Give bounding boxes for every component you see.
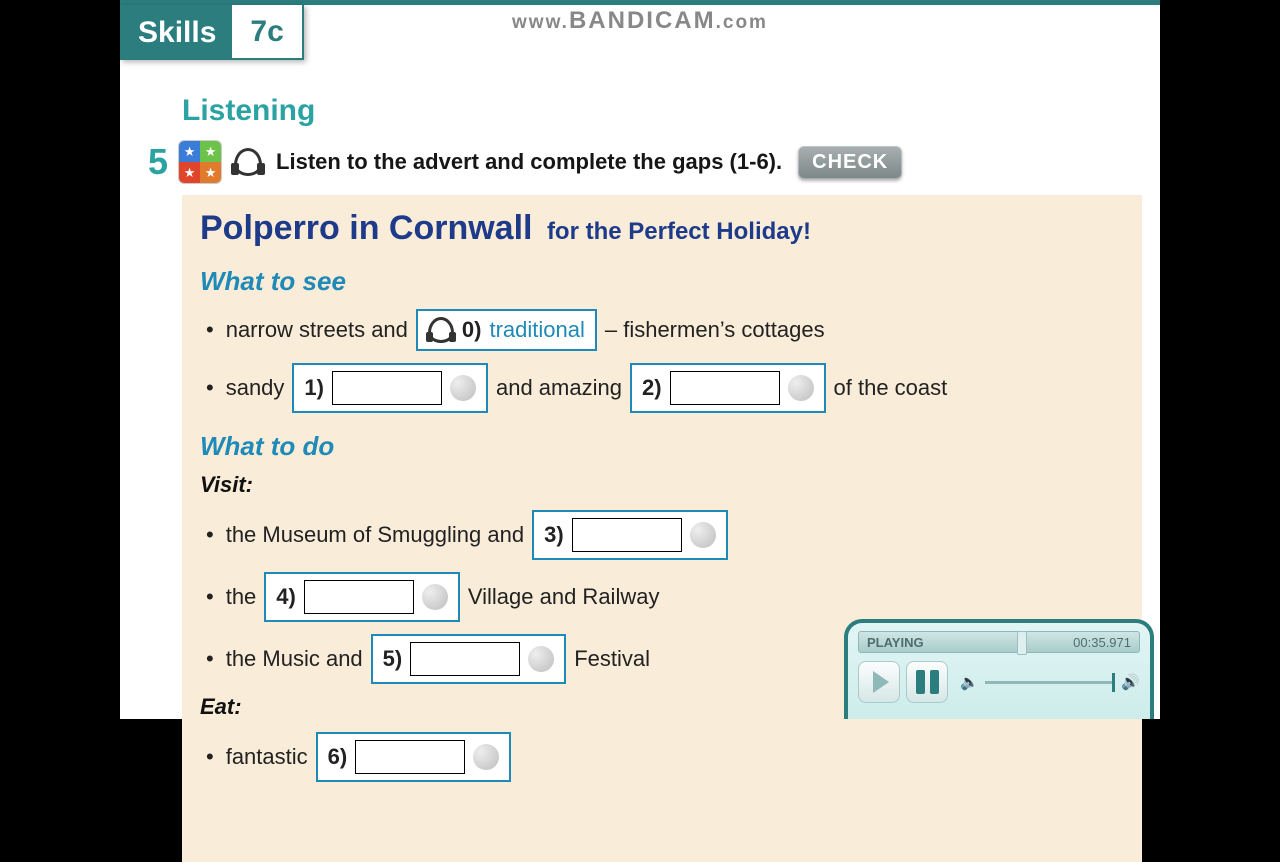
gap-6-input[interactable] (355, 740, 465, 774)
audio-player: PLAYING 00:35.971 🔈 🔊 (844, 619, 1154, 719)
gap-2: 2) (630, 363, 826, 413)
status-dot-icon (422, 584, 448, 610)
gap-0-example: 0) traditional (416, 309, 597, 351)
status-dot-icon (528, 646, 554, 672)
see-line-2: • sandy 1) and amazing 2) of the coast (200, 363, 1124, 413)
gap-4-input[interactable] (304, 580, 414, 614)
gap-5-input[interactable] (410, 642, 520, 676)
progress-bar[interactable]: PLAYING 00:35.971 (858, 631, 1140, 653)
check-button[interactable]: CHECK (798, 146, 902, 179)
gap-5: 5) (371, 634, 567, 684)
pause-icon (916, 670, 939, 694)
gap-4: 4) (264, 572, 460, 622)
gap-1: 1) (292, 363, 488, 413)
volume-control[interactable]: 🔈 🔊 (960, 673, 1140, 691)
subheading-visit: Visit: (200, 472, 1124, 498)
see-line-1: • narrow streets and 0) traditional – fi… (200, 309, 1124, 351)
page: Skills 7c www.BANDICAM.com Listening 5 ★… (120, 0, 1160, 719)
gap-3: 3) (532, 510, 728, 560)
heading-what-to-do: What to do (200, 431, 1124, 462)
gap-0-answer: traditional (489, 317, 584, 343)
do-line-2: • the 4) Village and Railway (200, 572, 1124, 622)
exercise-header: 5 ★★★★ Listen to the advert and complete… (148, 140, 902, 184)
play-icon (873, 671, 889, 693)
worksheet-panel: Polperro in Cornwall for the Perfect Hol… (182, 195, 1142, 862)
tab-skills-label: Skills (120, 5, 232, 60)
unit-tab: Skills 7c (120, 5, 304, 60)
status-dot-icon (450, 375, 476, 401)
worksheet-title: Polperro in Cornwall for the Perfect Hol… (200, 209, 1124, 248)
speaker-low-icon: 🔈 (960, 673, 979, 691)
status-dot-icon (690, 522, 716, 548)
eat-line-1: • fantastic 6) (200, 732, 1124, 782)
exercise-number: 5 (148, 141, 168, 183)
bandicam-watermark: www.BANDICAM.com (512, 7, 768, 35)
volume-track[interactable] (985, 681, 1116, 684)
gap-6: 6) (316, 732, 512, 782)
skills-grid-icon: ★★★★ (178, 140, 222, 184)
player-controls: 🔈 🔊 (858, 661, 1140, 703)
pause-button[interactable] (906, 661, 948, 703)
play-button[interactable] (858, 661, 900, 703)
tab-unit-label: 7c (232, 5, 303, 60)
gap-1-input[interactable] (332, 371, 442, 405)
section-title: Listening (182, 94, 315, 128)
player-status: PLAYING (867, 635, 924, 650)
exercise-instruction: Listen to the advert and complete the ga… (276, 149, 782, 175)
headphones-icon (234, 148, 262, 176)
status-dot-icon (473, 744, 499, 770)
status-dot-icon (788, 375, 814, 401)
gap-3-input[interactable] (572, 518, 682, 552)
progress-knob-icon[interactable] (1017, 631, 1027, 655)
heading-what-to-see: What to see (200, 266, 1124, 297)
gap-2-input[interactable] (670, 371, 780, 405)
player-time: 00:35.971 (1073, 635, 1131, 650)
speaker-high-icon: 🔊 (1121, 673, 1140, 691)
headphones-icon (428, 317, 454, 343)
do-line-1: • the Museum of Smuggling and 3) (200, 510, 1124, 560)
